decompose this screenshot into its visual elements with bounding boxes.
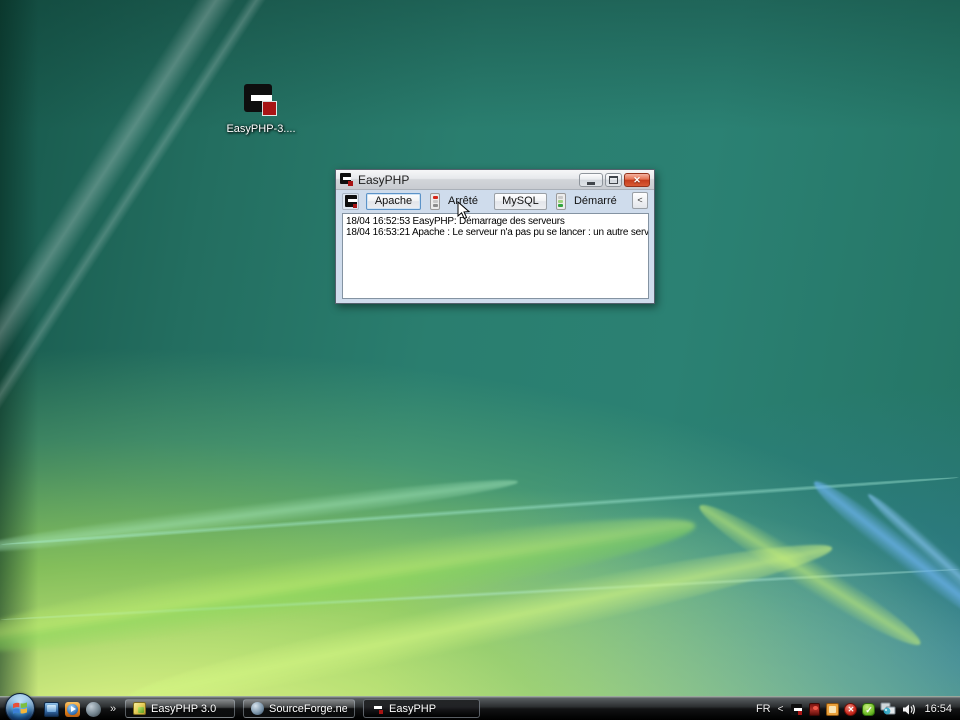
mysql-status-traffic-light-icon bbox=[555, 192, 566, 210]
desktop-icon-label: EasyPHP-3.... bbox=[226, 123, 296, 135]
taskbar-button-sourceforge[interactable]: SourceForge.net: Ea... bbox=[243, 699, 355, 718]
maximize-icon bbox=[609, 176, 618, 184]
easyphp-setup-icon bbox=[133, 702, 146, 715]
window-toolbar: Apache Arrêté MySQL Démarré < bbox=[336, 190, 654, 212]
security-ok-tray-icon[interactable]: ✓ bbox=[862, 702, 876, 716]
windows-logo-icon bbox=[13, 702, 27, 714]
easyphp-icon bbox=[371, 702, 384, 715]
clock[interactable]: 16:54 bbox=[924, 703, 952, 715]
red-status-tray-icon[interactable] bbox=[808, 702, 821, 716]
taskbar-button-easyphp[interactable]: EasyPHP bbox=[363, 699, 480, 718]
taskbar-buttons: EasyPHP 3.0 SourceForge.net: Ea... EasyP… bbox=[125, 699, 480, 718]
network-tray-icon[interactable] bbox=[880, 702, 897, 716]
minimize-button[interactable] bbox=[579, 173, 603, 187]
taskbar-button-easyphp-setup[interactable]: EasyPHP 3.0 bbox=[125, 699, 235, 718]
window-title: EasyPHP bbox=[358, 172, 410, 187]
maximize-button[interactable] bbox=[605, 173, 622, 187]
globe-icon bbox=[251, 702, 264, 715]
media-player-icon[interactable] bbox=[65, 701, 80, 717]
minimize-icon bbox=[587, 181, 595, 185]
desktop-icon-easyphp[interactable]: EasyPHP-3.... bbox=[224, 84, 298, 135]
desktop[interactable]: EasyPHP-3.... EasyPHP ✕ Apache Arrêté My… bbox=[0, 0, 960, 720]
close-button[interactable]: ✕ bbox=[624, 173, 650, 187]
easyphp-logo-icon bbox=[340, 172, 354, 187]
show-desktop-icon[interactable] bbox=[44, 701, 59, 717]
start-button[interactable] bbox=[5, 693, 35, 720]
server-log-list[interactable]: 18/04 16:52:53 EasyPHP: Démarrage des se… bbox=[342, 213, 649, 299]
error-tray-icon[interactable]: ✕ bbox=[844, 702, 858, 716]
mysql-button[interactable]: MySQL bbox=[493, 192, 547, 210]
easyphp-window: EasyPHP ✕ Apache Arrêté MySQL Démarré < bbox=[335, 169, 655, 304]
easyphp-logo-icon bbox=[243, 84, 279, 120]
language-indicator[interactable]: FR bbox=[756, 703, 773, 715]
quick-launch-overflow-chevron[interactable]: » bbox=[110, 703, 116, 715]
taskbar-button-label: EasyPHP bbox=[389, 702, 437, 715]
collapse-window-button[interactable]: < bbox=[632, 192, 648, 209]
browser-globe-icon[interactable] bbox=[86, 701, 101, 717]
log-line[interactable]: 18/04 16:52:53 EasyPHP: Démarrage des se… bbox=[346, 216, 646, 228]
system-tray: FR < ✕ ✓ 16:54 bbox=[756, 697, 956, 720]
easyphp-menu-button[interactable] bbox=[342, 192, 359, 210]
volume-tray-icon[interactable] bbox=[902, 703, 916, 716]
apache-status-traffic-light-icon bbox=[430, 192, 440, 210]
mouse-cursor bbox=[457, 201, 471, 220]
tray-collapse-chevron[interactable]: < bbox=[778, 704, 786, 715]
desktop-wallpaper bbox=[0, 0, 960, 720]
quick-launch-bar: » bbox=[44, 697, 116, 720]
mysql-status-label: Démarré bbox=[573, 195, 617, 207]
taskbar-button-label: SourceForge.net: Ea... bbox=[269, 702, 347, 715]
taskbar: » EasyPHP 3.0 SourceForge.net: Ea... Eas… bbox=[0, 693, 960, 720]
apache-button[interactable]: Apache bbox=[366, 192, 421, 210]
window-titlebar[interactable]: EasyPHP ✕ bbox=[336, 170, 654, 190]
orange-square-tray-icon[interactable] bbox=[826, 702, 840, 716]
log-line[interactable]: 18/04 16:53:21 Apache : Le serveur n'a p… bbox=[346, 227, 648, 239]
easyphp-tray-icon[interactable] bbox=[790, 703, 803, 716]
taskbar-button-label: EasyPHP 3.0 bbox=[151, 702, 217, 715]
